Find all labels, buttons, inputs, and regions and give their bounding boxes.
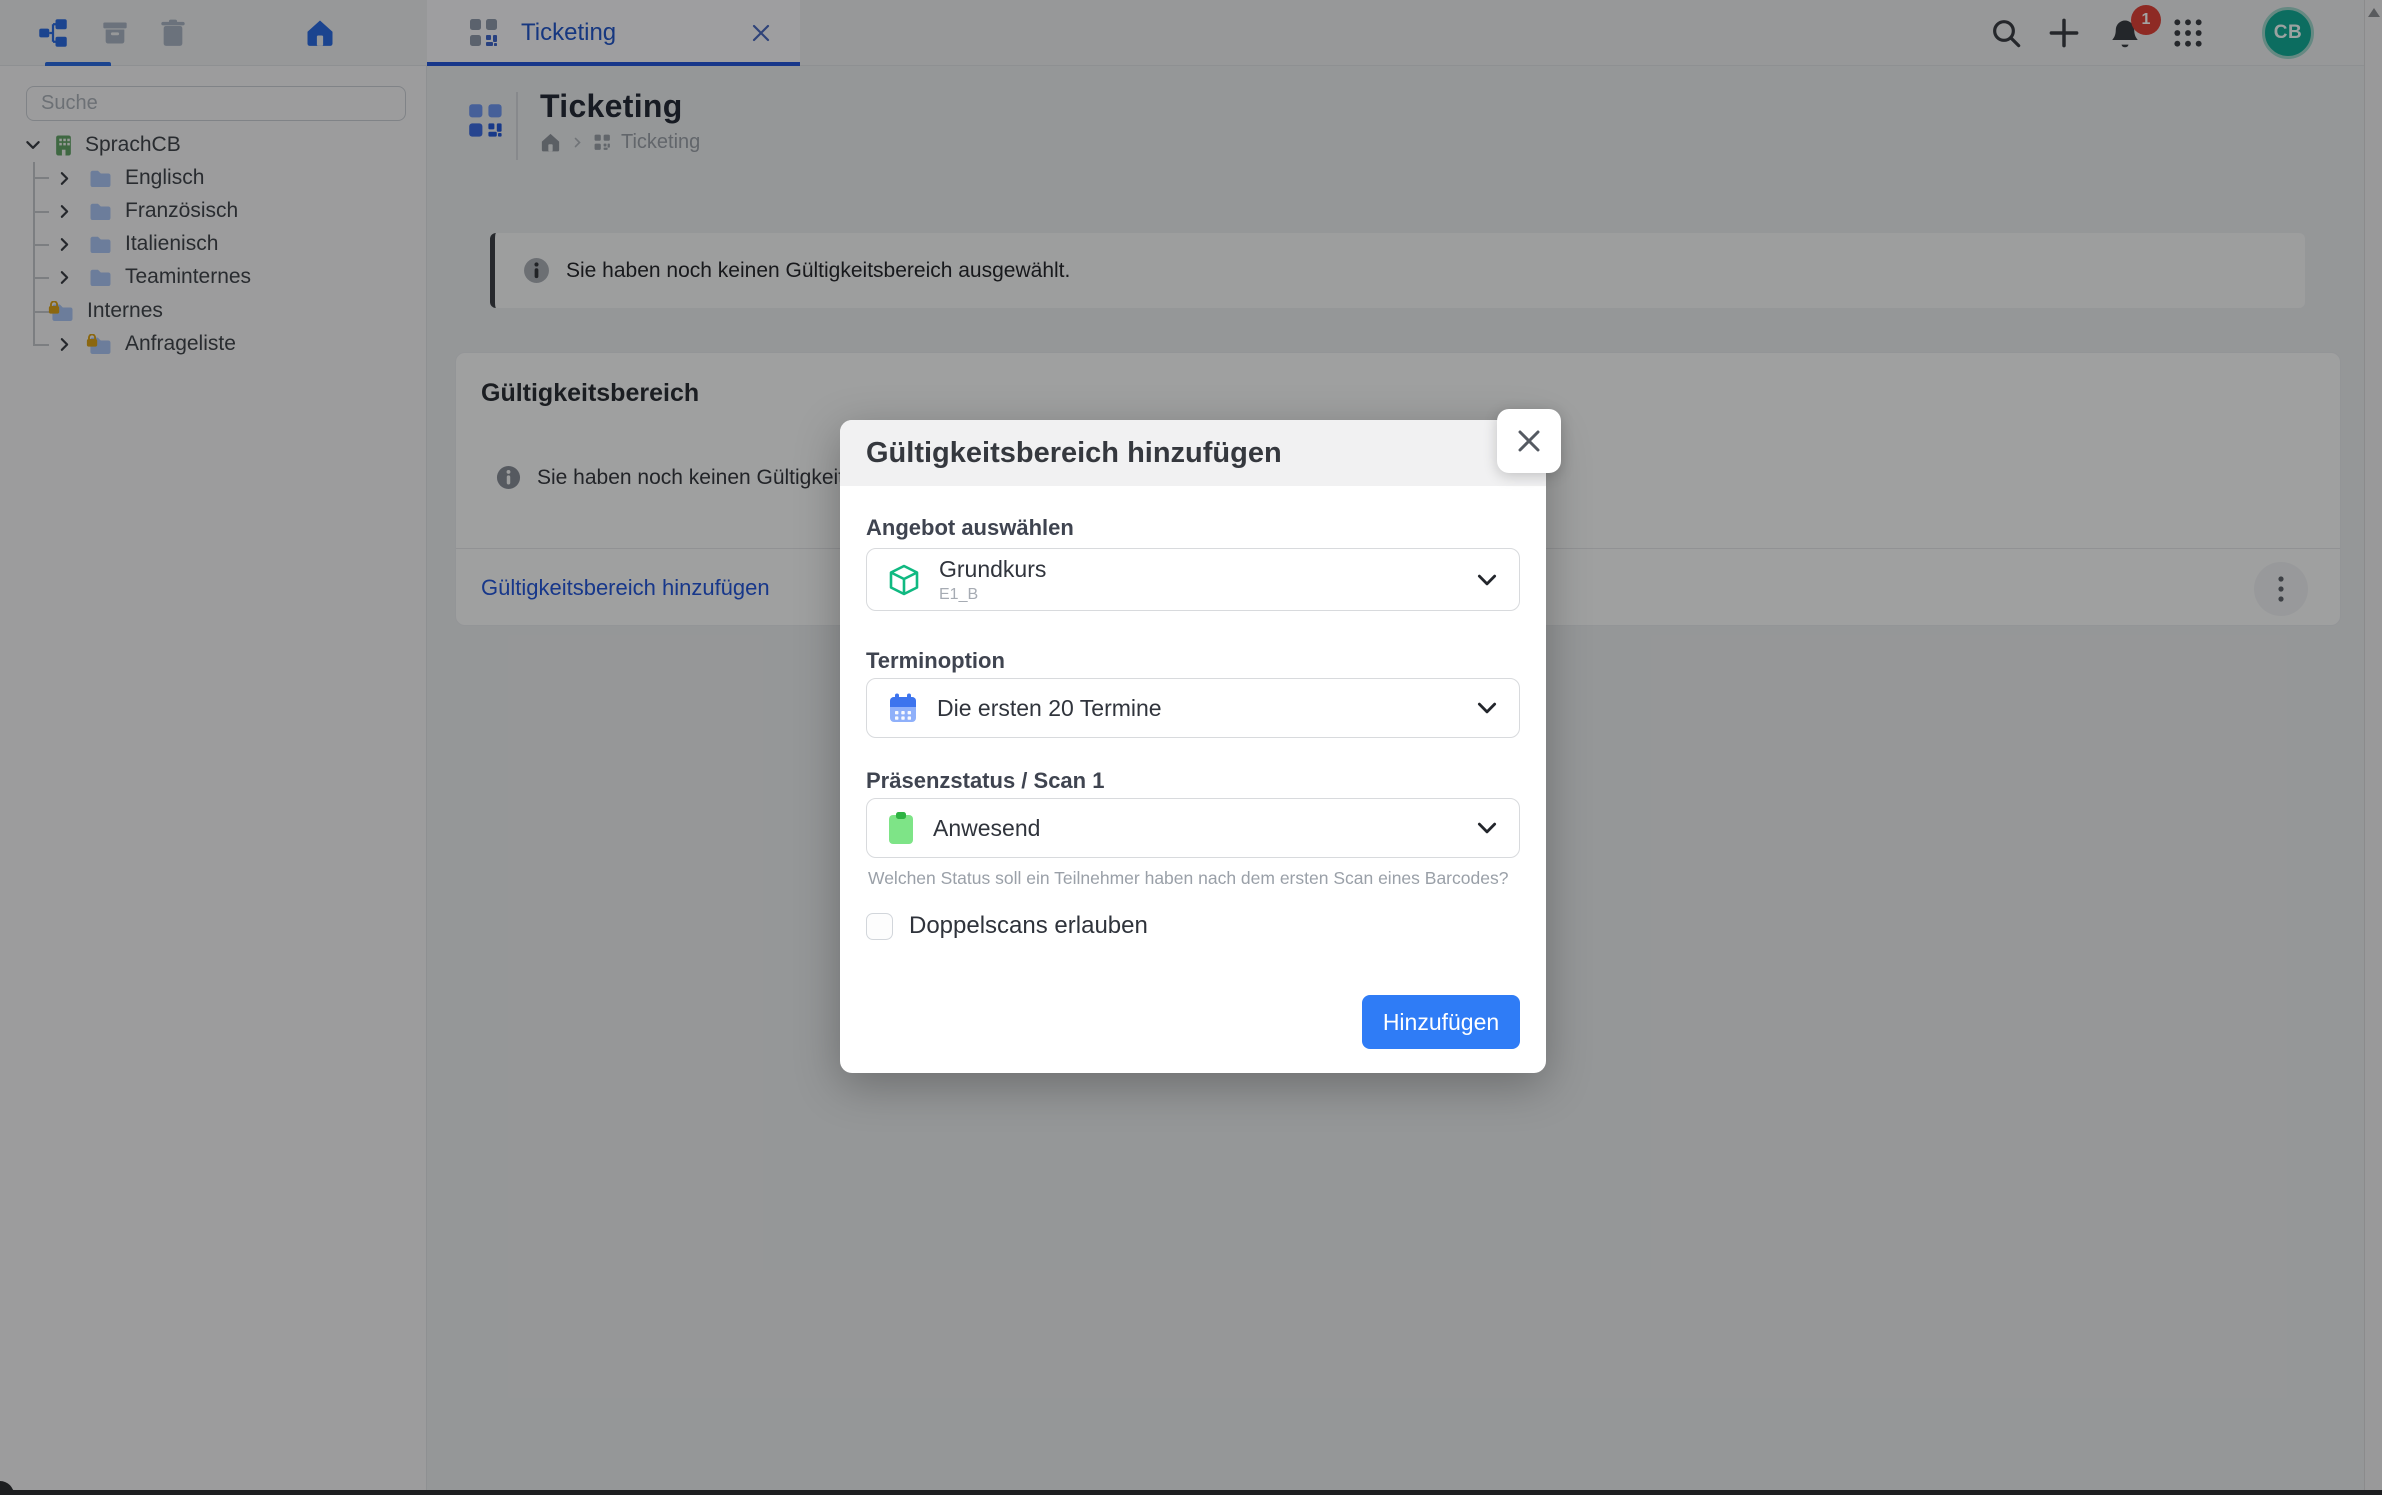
package-icon [887, 562, 921, 598]
add-validity-scope-modal: Gültigkeitsbereich hinzufügen Angebot au… [840, 420, 1546, 1073]
calendar-icon [887, 692, 919, 724]
status-select[interactable]: Anwesend [866, 798, 1520, 858]
window-bottom-edge [0, 1490, 2382, 1495]
modal-header: Gültigkeitsbereich hinzufügen [840, 420, 1546, 486]
termin-select[interactable]: Die ersten 20 Termine [866, 678, 1520, 738]
offer-value: Grundkurs [939, 556, 1046, 583]
offer-value-stack: Grundkurs E1_B [939, 556, 1046, 604]
modal-title: Gültigkeitsbereich hinzufügen [866, 437, 1282, 470]
modal-close-button[interactable] [1497, 409, 1561, 473]
termin-value: Die ersten 20 Termine [937, 695, 1162, 722]
offer-subvalue: E1_B [939, 586, 1046, 604]
chevron-down-icon [1475, 816, 1499, 840]
doppelscans-checkbox[interactable] [866, 913, 893, 940]
offer-label: Angebot auswählen [866, 515, 1074, 541]
termin-label: Terminoption [866, 648, 1005, 674]
status-helper-text: Welchen Status soll ein Teilnehmer haben… [868, 868, 1508, 889]
submit-button[interactable]: Hinzufügen [1362, 995, 1520, 1049]
status-value: Anwesend [933, 815, 1040, 842]
chevron-down-icon [1475, 696, 1499, 720]
offer-select[interactable]: Grundkurs E1_B [866, 548, 1520, 611]
chevron-down-icon [1475, 568, 1499, 592]
app-screen: Ticketing [0, 0, 2382, 1495]
clipboard-icon [887, 811, 915, 845]
status-label: Präsenzstatus / Scan 1 [866, 768, 1104, 794]
close-icon [1514, 426, 1544, 456]
doppelscans-checkbox-row[interactable]: Doppelscans erlauben [866, 912, 1148, 940]
doppelscans-label: Doppelscans erlauben [909, 912, 1148, 940]
